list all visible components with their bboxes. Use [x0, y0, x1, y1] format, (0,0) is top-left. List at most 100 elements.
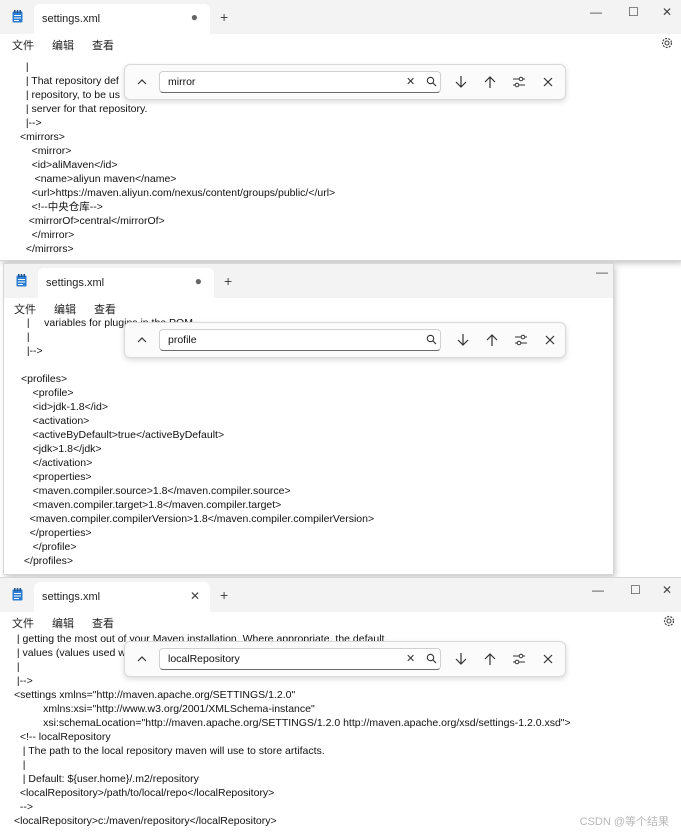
search-icon[interactable] — [426, 76, 437, 87]
find-input-value: localRepository — [168, 653, 240, 665]
close-find-icon[interactable] — [542, 332, 558, 348]
close-tab-icon[interactable]: ✕ — [190, 589, 200, 603]
find-input-value: mirror — [168, 76, 196, 88]
unsaved-dot-icon[interactable]: ● — [195, 274, 202, 288]
code-line: <id>jdk-1.8</id> — [21, 401, 108, 413]
code-line: </mirror> — [20, 229, 75, 241]
tab-settings-xml[interactable]: settings.xml ● — [34, 4, 210, 34]
code-line: xsi:schemaLocation="http://maven.apache.… — [14, 717, 571, 729]
code-line: </mirrors> — [20, 243, 74, 255]
options-sliders-icon[interactable] — [511, 74, 527, 90]
arrow-down-icon[interactable] — [453, 651, 469, 667]
code-line: <profiles> — [21, 373, 68, 385]
code-line: </activation> — [21, 457, 93, 469]
code-line: <mirrorOf>central</mirrorOf> — [20, 215, 165, 227]
find-input[interactable]: mirror ✕ — [159, 71, 441, 93]
menu-file[interactable]: 文件 — [14, 301, 36, 317]
code-line: </profile> — [21, 541, 77, 553]
notepad-app-icon — [12, 588, 23, 601]
minimize-button[interactable]: — — [590, 5, 602, 19]
code-line: <maven.compiler.compilerVersion>1.8</mav… — [21, 513, 375, 525]
notepad-window-profile: settings.xml ● + — 文件 编辑 查看 | variables … — [4, 264, 613, 574]
clear-icon[interactable]: ✕ — [406, 652, 415, 665]
code-line: | Default: ${user.home}/.m2/repository — [14, 773, 199, 785]
notepad-app-icon — [16, 274, 27, 287]
arrow-up-icon[interactable] — [484, 332, 500, 348]
code-line: xmlns:xsi="http://www.w3.org/2001/XMLSch… — [14, 703, 315, 715]
close-find-icon[interactable] — [540, 651, 556, 667]
find-bar: localRepository ✕ — [124, 641, 566, 677]
title-bar: settings.xml ● + — — [4, 264, 613, 298]
search-icon[interactable] — [426, 334, 437, 345]
minimize-button[interactable]: — — [596, 265, 608, 279]
code-line: <mirrors> — [20, 131, 65, 143]
find-bar: mirror ✕ — [124, 64, 566, 100]
settings-gear-icon[interactable] — [660, 36, 674, 50]
code-line: | server for that repository. — [20, 103, 148, 115]
code-line: <name>aliyun maven</name> — [20, 173, 177, 185]
arrow-down-icon[interactable] — [455, 332, 471, 348]
menu-edit[interactable]: 编辑 — [54, 301, 76, 317]
code-line: | — [14, 759, 26, 771]
code-line: <activeByDefault>true</activeByDefault> — [21, 429, 225, 441]
code-line: |--> — [20, 117, 42, 129]
menu-bar: 文件 编辑 查看 — [0, 612, 681, 634]
menu-edit[interactable]: 编辑 — [52, 615, 74, 631]
settings-gear-icon[interactable] — [662, 614, 676, 628]
code-line: <localRepository>/path/to/local/repo</lo… — [14, 787, 275, 799]
watermark: CSDN @等个结果 — [579, 816, 669, 828]
tab-title: settings.xml — [42, 591, 101, 603]
tab-settings-xml[interactable]: settings.xml ✕ — [34, 582, 210, 612]
search-icon[interactable] — [426, 653, 437, 664]
title-bar: settings.xml ✕ + — ☐ ✕ — [0, 578, 681, 612]
tab-title: settings.xml — [46, 277, 105, 289]
chevron-up-icon[interactable] — [135, 75, 149, 89]
code-line: </profiles> — [21, 555, 73, 567]
arrow-up-icon[interactable] — [482, 651, 498, 667]
new-tab-button[interactable]: + — [220, 587, 228, 603]
code-line: <maven.compiler.source>1.8</maven.compil… — [21, 485, 291, 497]
close-window-button[interactable]: ✕ — [662, 5, 672, 19]
code-line: <activation> — [21, 415, 90, 427]
tab-title: settings.xml — [42, 13, 101, 25]
tab-settings-xml[interactable]: settings.xml ● — [38, 268, 214, 298]
code-line: </properties> — [21, 527, 92, 539]
new-tab-button[interactable]: + — [224, 273, 232, 289]
code-line: <mirror> — [20, 145, 72, 157]
title-bar: settings.xml ● + — ☐ ✕ — [0, 0, 681, 34]
menu-view[interactable]: 查看 — [92, 615, 114, 631]
find-input-value: profile — [168, 334, 197, 346]
options-sliders-icon[interactable] — [513, 332, 529, 348]
minimize-button[interactable]: — — [592, 583, 604, 597]
code-line: <url>https://maven.aliyun.com/nexus/cont… — [20, 187, 336, 199]
find-input[interactable]: profile — [159, 329, 441, 351]
chevron-up-icon[interactable] — [135, 333, 149, 347]
menu-view[interactable]: 查看 — [92, 37, 114, 53]
code-line: <profile> — [21, 387, 74, 399]
clear-icon[interactable]: ✕ — [406, 75, 415, 88]
close-find-icon[interactable] — [540, 74, 556, 90]
menu-edit[interactable]: 编辑 — [52, 37, 74, 53]
notepad-window-local-repository: settings.xml ✕ + — ☐ ✕ 文件 编辑 查看 | gettin… — [0, 578, 681, 837]
menu-view[interactable]: 查看 — [94, 301, 116, 317]
code-line: <id>aliMaven</id> — [20, 159, 118, 171]
code-line: <jdk>1.8</jdk> — [21, 443, 102, 455]
code-line: <maven.compiler.target>1.8</maven.compil… — [21, 499, 282, 511]
menu-bar: 文件 编辑 查看 — [0, 34, 681, 56]
code-line: | The path to the local repository maven… — [14, 745, 325, 757]
close-window-button[interactable]: ✕ — [662, 583, 672, 597]
find-input[interactable]: localRepository ✕ — [159, 648, 441, 670]
find-bar: profile — [124, 322, 566, 358]
notepad-window-mirror: settings.xml ● + — ☐ ✕ 文件 编辑 查看 | | That… — [0, 0, 681, 260]
arrow-down-icon[interactable] — [453, 74, 469, 90]
unsaved-dot-icon[interactable]: ● — [191, 10, 198, 24]
options-sliders-icon[interactable] — [511, 651, 527, 667]
maximize-button[interactable]: ☐ — [630, 583, 641, 597]
menu-file[interactable]: 文件 — [12, 37, 34, 53]
new-tab-button[interactable]: + — [220, 9, 228, 25]
arrow-up-icon[interactable] — [482, 74, 498, 90]
chevron-up-icon[interactable] — [135, 652, 149, 666]
menu-file[interactable]: 文件 — [12, 615, 34, 631]
maximize-button[interactable]: ☐ — [628, 5, 639, 19]
